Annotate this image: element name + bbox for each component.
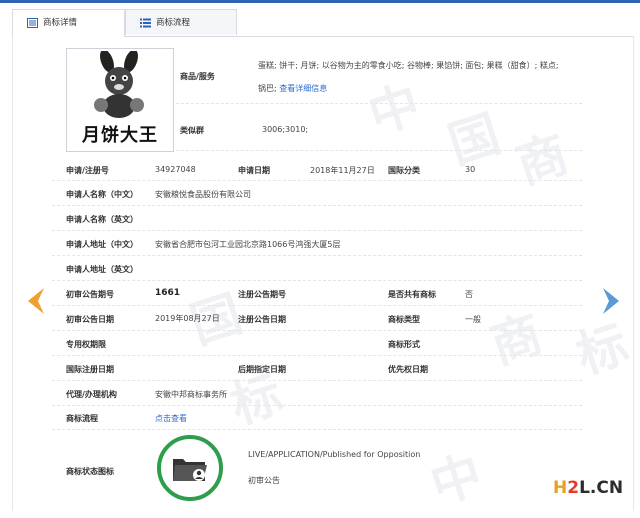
row-divider	[52, 330, 582, 331]
trademark-image: 月饼大王	[66, 48, 174, 152]
status-en-text: LIVE/APPLICATION/Published for Oppositio…	[248, 450, 421, 459]
mark-type-label: 商标类型	[388, 315, 420, 324]
site-logo: H2L.CN	[553, 478, 623, 498]
goods-value: 蛋糕; 饼干; 月饼; 以谷物为主的零食小吃; 谷物棒; 果馅饼; 面包; 果糕…	[258, 61, 559, 70]
mark-type-value: 一般	[465, 315, 481, 324]
priority-date-label: 优先权日期	[388, 365, 428, 374]
prelim-no-value: 1661	[155, 288, 181, 298]
similar-group-value: 3006;3010;	[262, 125, 309, 134]
intl-class-value: 30	[465, 165, 476, 174]
row-divider	[52, 255, 582, 256]
flow-link[interactable]: 点击查看	[155, 413, 187, 424]
shared-value: 否	[465, 290, 473, 299]
tab-label: 商标流程	[156, 18, 191, 28]
row-divider	[52, 230, 582, 231]
site-logo-part: H	[553, 478, 568, 498]
view-details-link[interactable]: 查看详细信息	[279, 84, 327, 93]
row-divider	[176, 103, 582, 104]
row-divider	[52, 405, 582, 406]
site-logo-part: L.CN	[579, 478, 624, 498]
reg-pub-no-label: 注册公告期号	[238, 290, 286, 299]
exclusive-period-label: 专用权期限	[66, 340, 106, 349]
list-icon	[140, 18, 151, 28]
row-divider	[52, 205, 582, 206]
address-en-label: 申请人地址（英文）	[66, 265, 138, 274]
applicant-cn-value: 安徽粮悦食品股份有限公司	[155, 190, 251, 199]
applicant-en-label: 申请人名称（英文）	[66, 215, 138, 224]
address-cn-label: 申请人地址（中文）	[66, 240, 138, 249]
later-date-label: 后期指定日期	[238, 365, 286, 374]
row-divider	[52, 429, 582, 430]
similar-group-label: 类似群	[180, 126, 204, 135]
goods-value-line2: 锅巴; 查看详细信息	[258, 83, 327, 94]
top-accent-bar	[0, 0, 640, 3]
applicant-cn-label: 申请人名称（中文）	[66, 190, 138, 199]
reg-no-value: 34927048	[155, 165, 196, 174]
agent-label: 代理/办理机构	[66, 390, 117, 399]
next-arrow-icon[interactable]	[601, 286, 623, 316]
row-divider	[52, 355, 582, 356]
row-divider	[52, 280, 582, 281]
mark-form-label: 商标形式	[388, 340, 420, 349]
shared-label: 是否共有商标	[388, 290, 436, 299]
previous-arrow-icon[interactable]	[24, 286, 46, 316]
tab-trademark-process[interactable]: 商标流程	[125, 9, 237, 35]
folder-user-icon	[173, 459, 207, 481]
agent-value: 安徽中邦商标事务所	[155, 390, 227, 399]
app-date-label: 申请日期	[238, 166, 270, 175]
row-divider	[52, 305, 582, 306]
prelim-date-label: 初审公告日期	[66, 315, 114, 324]
flow-label: 商标流程	[66, 414, 98, 423]
prelim-no-label: 初审公告期号	[66, 290, 114, 299]
reg-no-label: 申请/注册号	[66, 166, 109, 175]
status-badge	[157, 435, 223, 501]
prelim-date-value: 2019年08月27日	[155, 314, 220, 323]
intl-class-label: 国际分类	[388, 166, 420, 175]
app-date-value: 2018年11月27日	[310, 166, 375, 175]
logo-text: 月饼大王	[82, 125, 158, 146]
status-icon-label: 商标状态图标	[66, 467, 114, 476]
status-cn-text: 初审公告	[248, 476, 280, 485]
goods-value-tail: 锅巴;	[258, 84, 277, 93]
tab-trademark-details[interactable]: 商标详情	[12, 9, 125, 37]
intl-reg-date-label: 国际注册日期	[66, 365, 114, 374]
address-cn-value: 安徽省合肥市包河工业园北京路1066号鸿强大厦5层	[155, 240, 341, 249]
document-icon	[27, 18, 38, 28]
row-divider	[52, 380, 582, 381]
reg-pub-date-label: 注册公告日期	[238, 315, 286, 324]
goods-label: 商品/服务	[180, 72, 215, 81]
site-logo-part: 2	[567, 478, 580, 498]
tab-bar: 商标详情 商标流程	[12, 9, 634, 37]
tab-label: 商标详情	[43, 18, 78, 28]
rabbit-mascot-icon	[94, 51, 144, 118]
row-divider	[52, 180, 582, 181]
row-divider	[176, 150, 582, 151]
